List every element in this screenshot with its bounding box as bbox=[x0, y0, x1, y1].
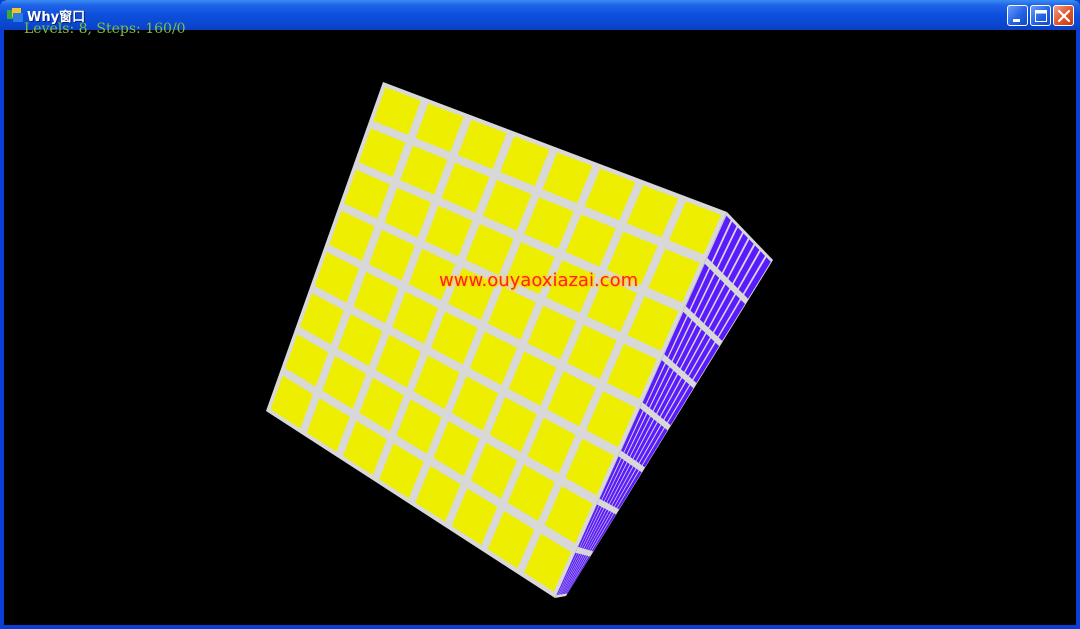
cube-front-face[interactable] bbox=[266, 82, 727, 598]
status-text: Levels: 8, Steps: 160/0 bbox=[24, 21, 186, 37]
watermark-text: www.ouyaoxiazai.com bbox=[439, 270, 639, 291]
game-canvas[interactable] bbox=[4, 0, 1076, 629]
app-window: Why窗口 Levels: 8, Steps: 160/0 www.ouyaox… bbox=[0, 0, 1080, 629]
